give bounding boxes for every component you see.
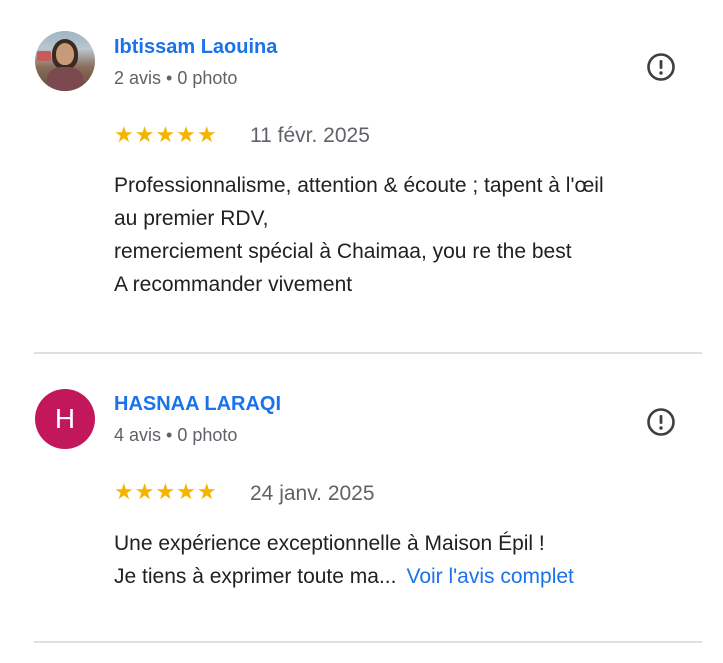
review-text-line: A recommander vivement [114,273,353,296]
reviewer-name[interactable]: Ibtissam Laouina [114,36,277,59]
avatar-photo-detail [37,51,51,61]
review-text-line: Professionnalisme, attention & écoute ; … [114,174,604,197]
review-text-line: au premier RDV, [114,207,269,230]
see-full-review-link[interactable]: Voir l'avis complet [406,565,573,588]
avatar-photo-detail [47,67,83,91]
avatar[interactable]: H [35,389,95,449]
review-text-truncated: Je tiens à exprimer toute ma... [114,565,397,588]
reviewer-meta: 2 avis • 0 photo [114,68,238,88]
divider [34,641,702,643]
star-rating: ★★★★★ [114,479,218,504]
review-text: Une expérience exceptionnelle à Maison É… [114,527,694,593]
avatar[interactable] [35,31,95,91]
review-text-line: Une expérience exceptionnelle à Maison É… [114,532,545,555]
star-rating: ★★★★★ [114,122,218,147]
review-text-line: remerciement spécial à Chaimaa, you re t… [114,240,572,263]
avatar-letter: H [54,403,76,434]
reviewer-meta: 4 avis • 0 photo [114,425,238,445]
reviewer-name[interactable]: HASNAA LARAQI [114,393,281,416]
avatar-photo-detail [56,43,74,65]
report-icon[interactable] [646,52,676,82]
review-text: Professionnalisme, attention & écoute ; … [114,169,694,301]
review-text-line: Je tiens à exprimer toute ma... Voir l'av… [114,560,694,593]
review-date: 24 janv. 2025 [250,482,375,505]
review-date: 11 févr. 2025 [250,124,370,147]
divider [34,352,702,354]
report-icon[interactable] [646,407,676,437]
